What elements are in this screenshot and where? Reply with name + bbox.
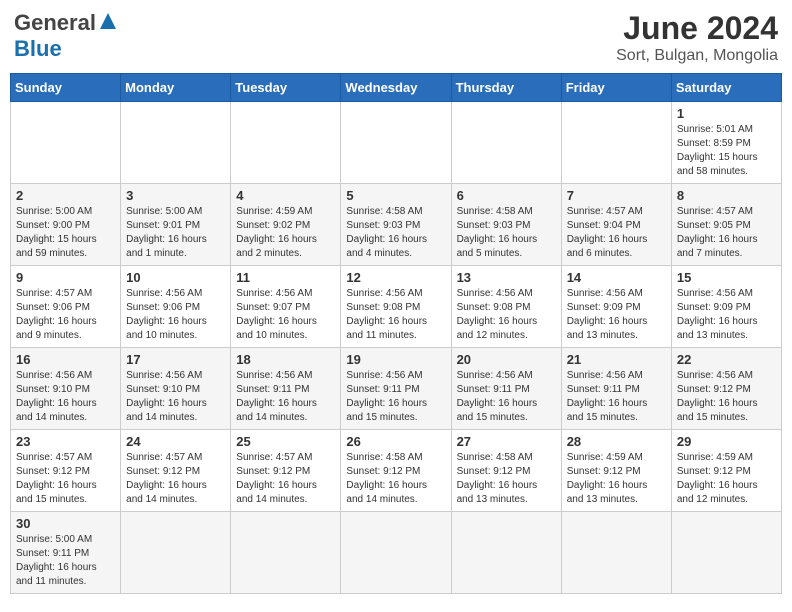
day-7: 7 Sunrise: 4:57 AM Sunset: 9:04 PM Dayli… xyxy=(561,184,671,266)
logo-triangle-icon xyxy=(98,11,118,36)
weekday-header-row: Sunday Monday Tuesday Wednesday Thursday… xyxy=(11,74,782,102)
calendar-table: Sunday Monday Tuesday Wednesday Thursday… xyxy=(10,73,782,594)
page-header: General Blue June 2024 Sort, Bulgan, Mon… xyxy=(10,10,782,65)
empty-cell xyxy=(231,102,341,184)
day-23: 23 Sunrise: 4:57 AM Sunset: 9:12 PM Dayl… xyxy=(11,430,121,512)
header-monday: Monday xyxy=(121,74,231,102)
day-11: 11 Sunrise: 4:56 AM Sunset: 9:07 PM Dayl… xyxy=(231,266,341,348)
header-wednesday: Wednesday xyxy=(341,74,451,102)
calendar-row-4: 16 Sunrise: 4:56 AM Sunset: 9:10 PM Dayl… xyxy=(11,348,782,430)
header-sunday: Sunday xyxy=(11,74,121,102)
empty-cell xyxy=(341,512,451,594)
empty-cell xyxy=(561,512,671,594)
day-22: 22 Sunrise: 4:56 AM Sunset: 9:12 PM Dayl… xyxy=(671,348,781,430)
header-tuesday: Tuesday xyxy=(231,74,341,102)
day-20: 20 Sunrise: 4:56 AM Sunset: 9:11 PM Dayl… xyxy=(451,348,561,430)
calendar-row-5: 23 Sunrise: 4:57 AM Sunset: 9:12 PM Dayl… xyxy=(11,430,782,512)
day-19: 19 Sunrise: 4:56 AM Sunset: 9:11 PM Dayl… xyxy=(341,348,451,430)
day-6: 6 Sunrise: 4:58 AM Sunset: 9:03 PM Dayli… xyxy=(451,184,561,266)
calendar-row-1: 1 Sunrise: 5:01 AM Sunset: 8:59 PM Dayli… xyxy=(11,102,782,184)
calendar-row-2: 2 Sunrise: 5:00 AM Sunset: 9:00 PM Dayli… xyxy=(11,184,782,266)
logo: General Blue xyxy=(14,10,120,62)
header-friday: Friday xyxy=(561,74,671,102)
header-thursday: Thursday xyxy=(451,74,561,102)
empty-cell xyxy=(11,102,121,184)
calendar-title-area: June 2024 Sort, Bulgan, Mongolia xyxy=(616,10,778,65)
day-13: 13 Sunrise: 4:56 AM Sunset: 9:08 PM Dayl… xyxy=(451,266,561,348)
day-2: 2 Sunrise: 5:00 AM Sunset: 9:00 PM Dayli… xyxy=(11,184,121,266)
day-26: 26 Sunrise: 4:58 AM Sunset: 9:12 PM Dayl… xyxy=(341,430,451,512)
day-15: 15 Sunrise: 4:56 AM Sunset: 9:09 PM Dayl… xyxy=(671,266,781,348)
empty-cell xyxy=(121,512,231,594)
calendar-subtitle: Sort, Bulgan, Mongolia xyxy=(616,47,778,65)
day-30: 30 Sunrise: 5:00 AM Sunset: 9:11 PM Dayl… xyxy=(11,512,121,594)
day-4: 4 Sunrise: 4:59 AM Sunset: 9:02 PM Dayli… xyxy=(231,184,341,266)
empty-cell xyxy=(451,512,561,594)
day-1: 1 Sunrise: 5:01 AM Sunset: 8:59 PM Dayli… xyxy=(671,102,781,184)
day-3: 3 Sunrise: 5:00 AM Sunset: 9:01 PM Dayli… xyxy=(121,184,231,266)
logo-general-text: General xyxy=(14,10,96,36)
day-29: 29 Sunrise: 4:59 AM Sunset: 9:12 PM Dayl… xyxy=(671,430,781,512)
day-10: 10 Sunrise: 4:56 AM Sunset: 9:06 PM Dayl… xyxy=(121,266,231,348)
day-12: 12 Sunrise: 4:56 AM Sunset: 9:08 PM Dayl… xyxy=(341,266,451,348)
day-25: 25 Sunrise: 4:57 AM Sunset: 9:12 PM Dayl… xyxy=(231,430,341,512)
day-21: 21 Sunrise: 4:56 AM Sunset: 9:11 PM Dayl… xyxy=(561,348,671,430)
day-28: 28 Sunrise: 4:59 AM Sunset: 9:12 PM Dayl… xyxy=(561,430,671,512)
day-27: 27 Sunrise: 4:58 AM Sunset: 9:12 PM Dayl… xyxy=(451,430,561,512)
calendar-title: June 2024 xyxy=(616,10,778,47)
calendar-row-6: 30 Sunrise: 5:00 AM Sunset: 9:11 PM Dayl… xyxy=(11,512,782,594)
day-17: 17 Sunrise: 4:56 AM Sunset: 9:10 PM Dayl… xyxy=(121,348,231,430)
day-14: 14 Sunrise: 4:56 AM Sunset: 9:09 PM Dayl… xyxy=(561,266,671,348)
logo-blue-text: Blue xyxy=(14,36,62,61)
empty-cell xyxy=(671,512,781,594)
empty-cell xyxy=(231,512,341,594)
day-18: 18 Sunrise: 4:56 AM Sunset: 9:11 PM Dayl… xyxy=(231,348,341,430)
empty-cell xyxy=(121,102,231,184)
empty-cell xyxy=(341,102,451,184)
day-9: 9 Sunrise: 4:57 AM Sunset: 9:06 PM Dayli… xyxy=(11,266,121,348)
empty-cell xyxy=(451,102,561,184)
day-5: 5 Sunrise: 4:58 AM Sunset: 9:03 PM Dayli… xyxy=(341,184,451,266)
day-24: 24 Sunrise: 4:57 AM Sunset: 9:12 PM Dayl… xyxy=(121,430,231,512)
empty-cell xyxy=(561,102,671,184)
header-saturday: Saturday xyxy=(671,74,781,102)
day-16: 16 Sunrise: 4:56 AM Sunset: 9:10 PM Dayl… xyxy=(11,348,121,430)
calendar-row-3: 9 Sunrise: 4:57 AM Sunset: 9:06 PM Dayli… xyxy=(11,266,782,348)
day-1-info: Sunrise: 5:01 AM Sunset: 8:59 PM Dayligh… xyxy=(677,124,758,177)
day-8: 8 Sunrise: 4:57 AM Sunset: 9:05 PM Dayli… xyxy=(671,184,781,266)
